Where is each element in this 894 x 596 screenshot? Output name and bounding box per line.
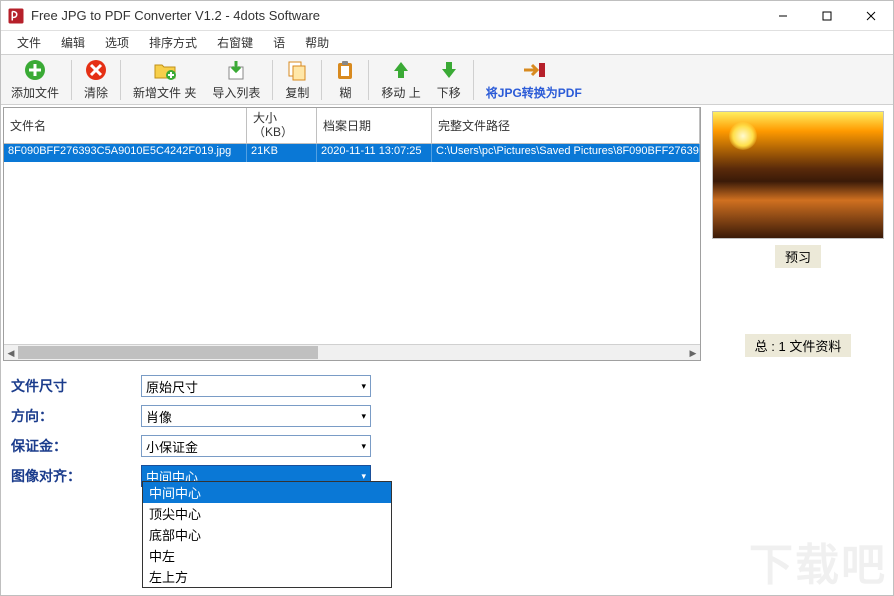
scroll-right-icon[interactable]: ▶ bbox=[686, 345, 700, 361]
label-margin: 保证金： bbox=[11, 436, 141, 456]
menu-edit[interactable]: 编辑 bbox=[51, 32, 95, 53]
preview-label: 预习 bbox=[775, 245, 821, 268]
filesize-select[interactable]: 原始尺寸▾ bbox=[141, 375, 371, 397]
align-option[interactable]: 底部中心 bbox=[143, 524, 391, 545]
move-up-button[interactable]: 移动 上 bbox=[373, 55, 428, 104]
cell-path: C:\Users\pc\Pictures\Saved Pictures\8F09… bbox=[432, 144, 700, 162]
label-filesize: 文件尺寸 bbox=[11, 376, 141, 396]
col-path[interactable]: 完整文件路径 bbox=[432, 108, 700, 143]
paste-button[interactable]: 糊 bbox=[326, 55, 364, 104]
minimize-button[interactable] bbox=[761, 1, 805, 30]
total-label: 总 : 1 文件资料 bbox=[745, 334, 852, 357]
align-option[interactable]: 中左 bbox=[143, 545, 391, 566]
convert-button[interactable]: 将JPG转换为PDF bbox=[478, 55, 590, 104]
sun-glow bbox=[729, 122, 757, 150]
watermark: 下载吧 bbox=[749, 529, 887, 593]
menu-language[interactable]: 语 bbox=[263, 32, 295, 53]
align-option[interactable]: 顶尖中心 bbox=[143, 503, 391, 524]
table-body[interactable]: 8F090BFF276393C5A9010E5C4242F019.jpg 21K… bbox=[4, 144, 700, 344]
toolbar-separator bbox=[473, 60, 474, 100]
arrow-down-icon bbox=[438, 58, 460, 82]
file-table[interactable]: 文件名 大小（KB） 档案日期 完整文件路径 8F090BFF276393C5A… bbox=[3, 107, 701, 361]
move-down-button[interactable]: 下移 bbox=[429, 55, 469, 104]
menu-options[interactable]: 选项 bbox=[95, 32, 139, 53]
horizontal-scrollbar[interactable]: ◀ ▶ bbox=[4, 344, 700, 360]
copy-icon bbox=[286, 58, 308, 82]
toolbar-separator bbox=[368, 60, 369, 100]
preview-panel: 预习 总 : 1 文件资料 bbox=[703, 105, 893, 363]
preview-image bbox=[712, 111, 884, 239]
col-date[interactable]: 档案日期 bbox=[317, 108, 432, 143]
copy-button[interactable]: 复制 bbox=[277, 55, 317, 104]
cell-date: 2020-11-11 13:07:25 bbox=[317, 144, 432, 162]
add-file-button[interactable]: 添加文件 bbox=[3, 55, 67, 104]
close-button[interactable] bbox=[849, 1, 893, 30]
label-orientation: 方向： bbox=[11, 406, 141, 426]
arrow-up-icon bbox=[390, 58, 412, 82]
align-option[interactable]: 左上方 bbox=[143, 566, 391, 587]
col-size[interactable]: 大小（KB） bbox=[247, 108, 317, 143]
table-header: 文件名 大小（KB） 档案日期 完整文件路径 bbox=[4, 108, 700, 144]
toolbar-separator bbox=[120, 60, 121, 100]
new-folder-button[interactable]: 新增文件 夹 bbox=[125, 55, 204, 104]
maximize-button[interactable] bbox=[805, 1, 849, 30]
align-option[interactable]: 中间中心 bbox=[143, 482, 391, 503]
cell-filename: 8F090BFF276393C5A9010E5C4242F019.jpg bbox=[4, 144, 247, 162]
chevron-down-icon: ▾ bbox=[361, 411, 366, 422]
menu-sort[interactable]: 排序方式 bbox=[139, 32, 207, 53]
convert-icon bbox=[521, 58, 547, 82]
import-list-button[interactable]: 导入列表 bbox=[204, 55, 268, 104]
clear-icon bbox=[85, 58, 107, 82]
orientation-select[interactable]: 肖像▾ bbox=[141, 405, 371, 427]
chevron-down-icon: ▾ bbox=[361, 381, 366, 392]
label-align: 图像对齐： bbox=[11, 466, 141, 486]
toolbar: 添加文件 清除 新增文件 夹 导入列表 复制 糊 移动 上 下移 将JPG转换为… bbox=[1, 55, 893, 105]
import-icon bbox=[225, 58, 247, 82]
menu-bar: 文件 编辑 选项 排序方式 右窗键 语 帮助 bbox=[1, 31, 893, 55]
plus-icon bbox=[24, 58, 46, 82]
margin-select[interactable]: 小保证金▾ bbox=[141, 435, 371, 457]
clear-button[interactable]: 清除 bbox=[76, 55, 116, 104]
table-row[interactable]: 8F090BFF276393C5A9010E5C4242F019.jpg 21K… bbox=[4, 144, 700, 162]
toolbar-separator bbox=[321, 60, 322, 100]
align-dropdown[interactable]: 中间中心 顶尖中心 底部中心 中左 左上方 bbox=[142, 481, 392, 588]
scroll-thumb[interactable] bbox=[18, 346, 318, 359]
toolbar-separator bbox=[272, 60, 273, 100]
cell-size: 21KB bbox=[247, 144, 317, 162]
menu-rightpane[interactable]: 右窗键 bbox=[207, 32, 263, 53]
menu-file[interactable]: 文件 bbox=[7, 32, 51, 53]
app-icon bbox=[7, 7, 25, 25]
toolbar-separator bbox=[71, 60, 72, 100]
window-title: Free JPG to PDF Converter V1.2 - 4dots S… bbox=[31, 8, 761, 23]
chevron-down-icon: ▾ bbox=[361, 441, 366, 452]
title-bar: Free JPG to PDF Converter V1.2 - 4dots S… bbox=[1, 1, 893, 31]
menu-help[interactable]: 帮助 bbox=[295, 32, 339, 53]
chevron-down-icon: ▾ bbox=[361, 471, 366, 482]
scroll-left-icon[interactable]: ◀ bbox=[4, 345, 18, 361]
paste-icon bbox=[334, 58, 356, 82]
col-filename[interactable]: 文件名 bbox=[4, 108, 247, 143]
folder-icon bbox=[153, 58, 177, 82]
settings-form: 文件尺寸 原始尺寸▾ 方向： 肖像▾ 保证金： 小保证金▾ 图像对齐： 中间中心… bbox=[1, 363, 893, 499]
